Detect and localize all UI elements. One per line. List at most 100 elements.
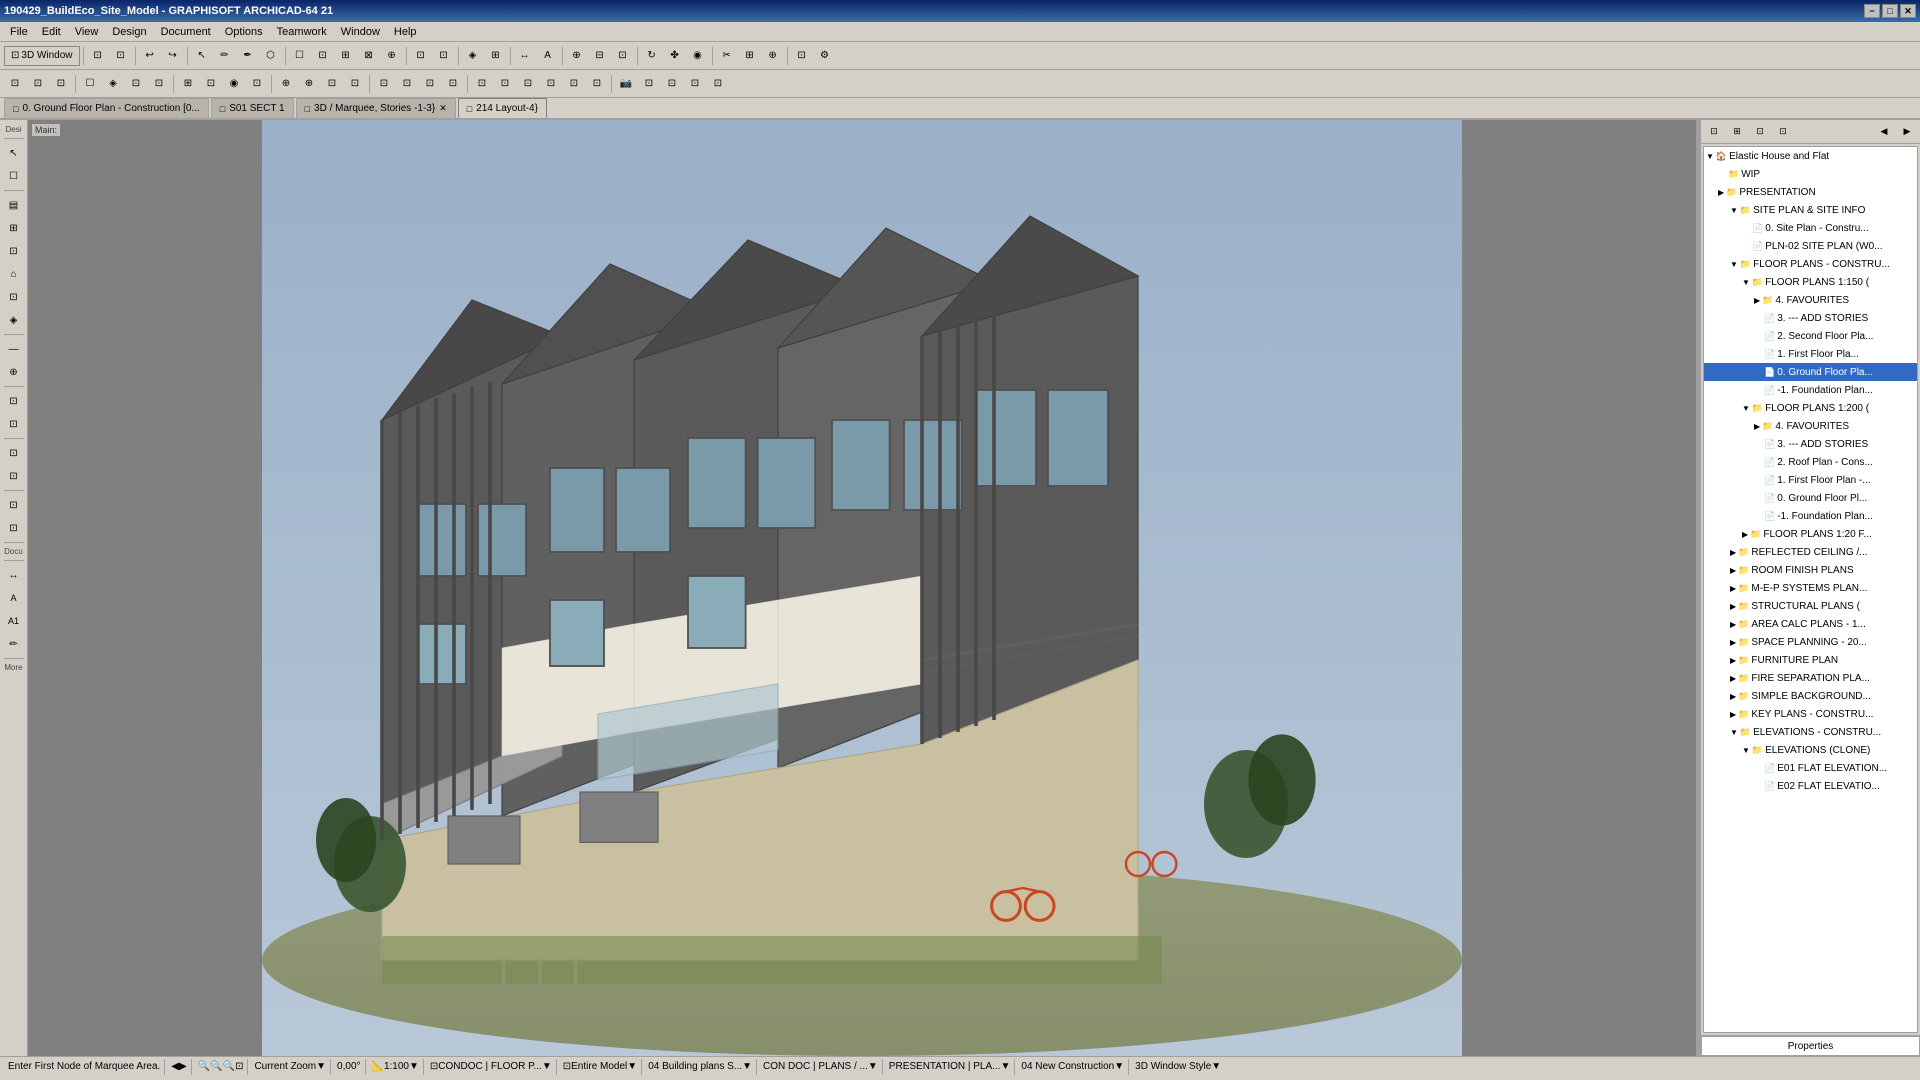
menu-teamwork[interactable]: Teamwork xyxy=(271,24,333,40)
close-button[interactable]: ✕ xyxy=(1900,4,1916,18)
tree-node-ground-floor-plan[interactable]: 📄0. Ground Floor Pla... xyxy=(1704,363,1917,381)
tree-node-arrow[interactable]: ▶ xyxy=(1730,710,1736,719)
tree-node-floor20[interactable]: ▶📁FLOOR PLANS 1:20 F... xyxy=(1704,525,1917,543)
tb-btn-stair[interactable]: ◈ xyxy=(462,45,484,67)
lt-beam-btn[interactable]: — xyxy=(3,338,25,360)
tb2-btn25[interactable]: ⊡ xyxy=(586,73,608,95)
tb-btn-window[interactable]: ⊡ xyxy=(433,45,455,67)
menu-options[interactable]: Options xyxy=(219,24,269,40)
lt-object-btn[interactable]: ⊡ xyxy=(3,494,25,516)
status-construction[interactable]: 04 New Construction ▼ xyxy=(1017,1059,1129,1075)
tree-node-arrow[interactable]: ▼ xyxy=(1742,746,1750,755)
minimize-button[interactable]: − xyxy=(1864,4,1880,18)
tb-btn-rubber[interactable]: ⬡ xyxy=(260,45,282,67)
tb2-btn2[interactable]: ⊡ xyxy=(27,73,49,95)
menu-design[interactable]: Design xyxy=(106,24,152,40)
tab-layout[interactable]: □ 214 Layout-4} xyxy=(458,98,547,118)
menu-document[interactable]: Document xyxy=(155,24,217,40)
status-layer[interactable]: ⊡ CONDOC | FLOOR P... ▼ xyxy=(426,1059,557,1075)
menu-view[interactable]: View xyxy=(69,24,105,40)
rp-nav-left[interactable]: ◀ xyxy=(1873,121,1895,143)
tree-node-first-floor2[interactable]: 📄1. First Floor Plan -... xyxy=(1704,471,1917,489)
lt-stair-btn[interactable]: ⊡ xyxy=(3,442,25,464)
tb2-btn13[interactable]: ⊕ xyxy=(298,73,320,95)
tree-node-foundation2[interactable]: 📄-1. Foundation Plan... xyxy=(1704,507,1917,525)
tb-btn-ramp[interactable]: ⊞ xyxy=(485,45,507,67)
lt-draw-btn[interactable]: ✏ xyxy=(3,633,25,655)
tree-node-arrow[interactable]: ▶ xyxy=(1730,674,1736,683)
tree-node-key-plans[interactable]: ▶📁KEY PLANS - CONSTRU... xyxy=(1704,705,1917,723)
lt-door-btn[interactable]: ⊡ xyxy=(3,390,25,412)
tab-3d[interactable]: □ 3D / Marquee, Stories -1-3} ✕ xyxy=(296,98,456,118)
tb-btn-redo[interactable]: ↪ xyxy=(162,45,184,67)
tree-node-floor-plans-folder[interactable]: ▼📁FLOOR PLANS - CONSTRU... xyxy=(1704,255,1917,273)
tb2-btn19[interactable]: ⊡ xyxy=(442,73,464,95)
status-zoom-label[interactable]: Current Zoom ▼ xyxy=(250,1059,331,1075)
tb-btn-draw[interactable]: ✒ xyxy=(237,45,259,67)
lt-col-btn[interactable]: ⊕ xyxy=(3,361,25,383)
tree-node-arrow[interactable]: ▶ xyxy=(1730,548,1736,557)
tree-node-arrow[interactable]: ▶ xyxy=(1742,530,1748,539)
tb2-btn24[interactable]: ⊡ xyxy=(563,73,585,95)
tb-btn-3d-nav[interactable]: ✤ xyxy=(664,45,686,67)
tb-btn-find[interactable]: ⊡ xyxy=(791,45,813,67)
tree-node-elevations-folder[interactable]: ▼📁ELEVATIONS - CONSTRU... xyxy=(1704,723,1917,741)
tb-btn-wall[interactable]: ☐ xyxy=(289,45,311,67)
tb2-btn16[interactable]: ⊡ xyxy=(373,73,395,95)
menu-file[interactable]: File xyxy=(4,24,34,40)
tree-node-add-stories2[interactable]: 📄3. --- ADD STORIES xyxy=(1704,435,1917,453)
tb-btn-3d-rot[interactable]: ↻ xyxy=(641,45,663,67)
tb-btn-slab[interactable]: ⊡ xyxy=(312,45,334,67)
tb2-btn4[interactable]: ☐ xyxy=(79,73,101,95)
tb-btn-zoom-out[interactable]: ⊟ xyxy=(589,45,611,67)
tab-sect1[interactable]: □ S01 SECT 1 xyxy=(211,98,294,118)
tree-node-fire-separation[interactable]: ▶📁FIRE SEPARATION PLA... xyxy=(1704,669,1917,687)
tb-btn-beam[interactable]: ⊠ xyxy=(358,45,380,67)
tree-node-floor150[interactable]: ▼📁FLOOR PLANS 1:150 ( xyxy=(1704,273,1917,291)
tb-btn-undo[interactable]: ↩ xyxy=(139,45,161,67)
tree-node-mep[interactable]: ▶📁M-E-P SYSTEMS PLAN... xyxy=(1704,579,1917,597)
tree-node-arrow[interactable]: ▼ xyxy=(1742,404,1750,413)
lt-morph-btn[interactable]: ◈ xyxy=(3,309,25,331)
tree-node-structural[interactable]: ▶📁STRUCTURAL PLANS ( xyxy=(1704,597,1917,615)
tree-node-arrow[interactable]: ▶ xyxy=(1730,584,1736,593)
tab-close-3d[interactable]: ✕ xyxy=(439,103,447,114)
tb-btn-view1[interactable]: ⊡ xyxy=(87,45,109,67)
tb2-btn3[interactable]: ⊡ xyxy=(50,73,72,95)
lt-select-btn[interactable]: ↖ xyxy=(3,142,25,164)
tree-node-arrow[interactable]: ▶ xyxy=(1718,188,1724,197)
rp-btn1[interactable]: ⊡ xyxy=(1703,121,1725,143)
tree-node-site-plan[interactable]: 📄0. Site Plan - Constru... xyxy=(1704,219,1917,237)
tb2-btn14[interactable]: ⊡ xyxy=(321,73,343,95)
tree-node-arrow[interactable]: ▼ xyxy=(1730,206,1738,215)
tb2-btn7[interactable]: ⊡ xyxy=(148,73,170,95)
tb-btn-dim[interactable]: ↔ xyxy=(514,45,536,67)
lt-window-btn[interactable]: ⊡ xyxy=(3,413,25,435)
tb2-btn17[interactable]: ⊡ xyxy=(396,73,418,95)
tree-node-arrow[interactable]: ▶ xyxy=(1754,422,1760,431)
lt-roof-btn[interactable]: ⌂ xyxy=(3,263,25,285)
tb-btn-cut[interactable]: ✂ xyxy=(716,45,738,67)
rp-btn4[interactable]: ⊡ xyxy=(1772,121,1794,143)
tree-node-arrow[interactable]: ▶ xyxy=(1730,566,1736,575)
nav-forward-icon[interactable]: ▶ xyxy=(179,1061,187,1072)
tab-ground-floor[interactable]: □ 0. Ground Floor Plan - Construction [0… xyxy=(4,98,209,118)
tb-btn-pencil[interactable]: ✏ xyxy=(214,45,236,67)
tb-btn-paste[interactable]: ⊕ xyxy=(762,45,784,67)
rp-btn2[interactable]: ⊞ xyxy=(1726,121,1748,143)
status-window-style[interactable]: 3D Window Style ▼ xyxy=(1131,1059,1225,1075)
lt-curtain-btn[interactable]: ⊞ xyxy=(3,217,25,239)
status-model[interactable]: ⊡ Entire Model ▼ xyxy=(559,1059,642,1075)
status-condoc[interactable]: CON DOC | PLANS / ... ▼ xyxy=(759,1059,883,1075)
right-tab-properties[interactable]: Properties xyxy=(1701,1036,1920,1056)
tb-btn-cursor[interactable]: ↖ xyxy=(191,45,213,67)
tb-btn-view2[interactable]: ⊡ xyxy=(110,45,132,67)
tb2-btn26[interactable]: 📷 xyxy=(615,73,637,95)
tree-node-add-stories1[interactable]: 📄3. --- ADD STORIES xyxy=(1704,309,1917,327)
tb2-btn27[interactable]: ⊡ xyxy=(638,73,660,95)
rp-btn3[interactable]: ⊡ xyxy=(1749,121,1771,143)
tb-btn-roof[interactable]: ⊞ xyxy=(335,45,357,67)
lt-wall-btn[interactable]: ▤ xyxy=(3,194,25,216)
tb2-btn30[interactable]: ⊡ xyxy=(707,73,729,95)
tree-node-wip[interactable]: 📁WIP xyxy=(1704,165,1917,183)
